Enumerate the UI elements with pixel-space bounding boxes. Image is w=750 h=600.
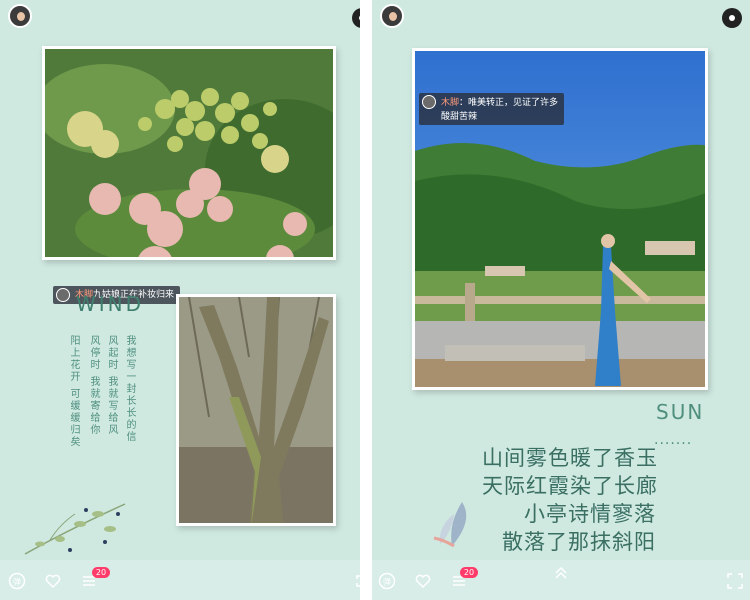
tree-photo	[176, 294, 336, 526]
comment-count-badge: 20	[92, 567, 110, 578]
comment-text-line-1: ：唯美转正，见证了许多	[459, 98, 559, 108]
svg-text:弹: 弹	[13, 577, 21, 587]
comment-count-badge: 20	[460, 567, 478, 578]
branch-decoration-icon	[24, 503, 126, 555]
poem-line-4: 散落了那抹斜阳	[502, 530, 656, 554]
danmaku-icon[interactable]: 弹	[378, 572, 396, 590]
music-disc-icon[interactable]	[352, 8, 360, 28]
verse-column-3: 风停时 我就寄给你	[88, 335, 99, 437]
heart-icon[interactable]	[44, 572, 62, 590]
commenter-avatar-icon	[56, 288, 70, 302]
poem-line-2: 天际红霞染了长廊	[482, 474, 658, 498]
sun-heading: SUN	[656, 400, 705, 424]
user-avatar-icon[interactable]	[8, 4, 32, 28]
tree-photo-image	[179, 297, 333, 523]
chevron-up-icon[interactable]	[552, 564, 570, 582]
verse-column-2: 风起时 我就写给风	[106, 335, 117, 437]
dotted-separator: ·······	[654, 436, 693, 452]
comment-text-line-2: 酸甜苦辣	[441, 112, 478, 122]
svg-text:弹: 弹	[383, 577, 391, 587]
left-story-page: 木脚九姑娘正在补妆归来 WIND 我想写一封长长的信 风起时 我就写给风 风停时…	[0, 0, 360, 600]
heart-icon[interactable]	[414, 572, 432, 590]
user-avatar-icon[interactable]	[380, 4, 404, 28]
commenter-avatar-icon	[422, 95, 436, 109]
commenter-name: 木脚	[441, 98, 460, 108]
flower-photo	[42, 46, 336, 260]
music-disc-icon[interactable]	[722, 8, 742, 28]
verse-column-1: 我想写一封长长的信	[124, 335, 135, 443]
danmaku-comment[interactable]: 木脚：唯美转正，见证了许多 酸甜苦辣	[419, 93, 565, 125]
poem-line-3: 小亭诗情寥落	[524, 502, 656, 526]
leaf-decoration-icon	[433, 502, 467, 548]
danmaku-icon[interactable]: 弹	[8, 572, 26, 590]
fullscreen-icon[interactable]	[726, 572, 744, 590]
wind-heading: WIND	[76, 292, 145, 316]
right-story-page: 木脚：唯美转正，见证了许多 酸甜苦辣 SUN ······· 山间雾色暖了香玉 …	[372, 0, 750, 600]
poem-line-1: 山间雾色暖了香玉	[482, 446, 658, 470]
panel-divider	[360, 0, 372, 600]
verse-column-4: 阳上花开 可缓缓归矣	[68, 335, 79, 449]
flower-photo-image	[45, 49, 333, 257]
